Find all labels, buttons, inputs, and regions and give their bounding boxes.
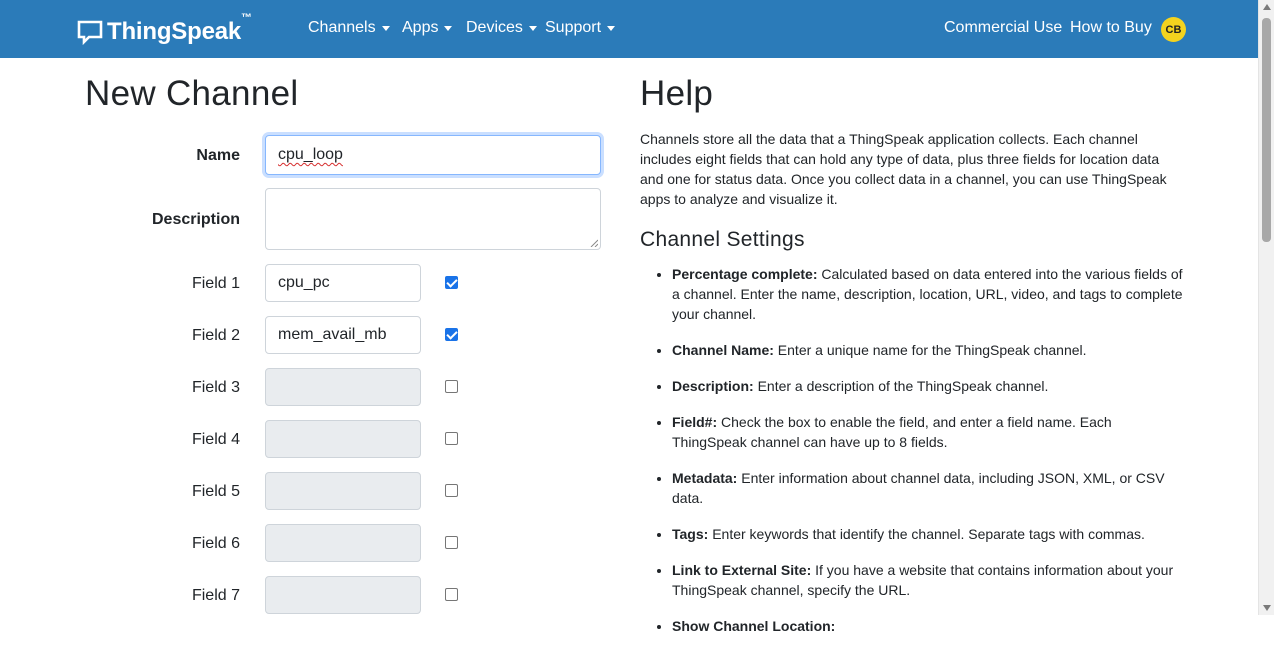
field-7-input[interactable] (265, 576, 421, 614)
field-6-checkbox[interactable] (445, 536, 458, 549)
channel-settings-list: Percentage complete: Calculated based on… (640, 264, 1190, 652)
page-title: New Channel (85, 74, 299, 113)
field-7-checkbox[interactable] (445, 588, 458, 601)
help-item-tags: Tags: Enter keywords that identify the c… (672, 524, 1190, 544)
nav-apps-menu[interactable]: Apps (402, 19, 453, 37)
scroll-thumb[interactable] (1262, 18, 1271, 242)
brand-name: ThingSpeak™ (107, 12, 252, 45)
name-label: Name (196, 147, 240, 164)
field-4-input[interactable] (265, 420, 421, 458)
field-2-value: mem_avail_mb (278, 326, 387, 343)
help-item-metadata: Metadata: Enter information about channe… (672, 468, 1190, 508)
field-6-label: Field 6 (191, 535, 240, 552)
field-6-input[interactable] (265, 524, 421, 562)
field-2-label: Field 2 (191, 327, 240, 344)
field-4-checkbox[interactable] (445, 432, 458, 445)
field-4-label: Field 4 (191, 431, 240, 448)
resize-grip-icon[interactable] (590, 239, 598, 247)
field-5-input[interactable] (265, 472, 421, 510)
scroll-up-arrow-icon[interactable] (1263, 4, 1271, 10)
caret-down-icon (607, 25, 616, 31)
field-1-value: cpu_pc (278, 274, 330, 291)
field-2-input[interactable]: mem_avail_mb (265, 316, 421, 354)
nav-support-label: Support (545, 19, 602, 36)
nav-devices-menu[interactable]: Devices (466, 19, 537, 37)
caret-down-icon (444, 25, 453, 31)
how-to-buy-link[interactable]: How to Buy (1070, 19, 1152, 37)
field-7-label: Field 7 (191, 587, 240, 604)
help-item-percentage-complete: Percentage complete: Calculated based on… (672, 264, 1190, 324)
description-label: Description (151, 211, 240, 228)
field-5-checkbox[interactable] (445, 484, 458, 497)
caret-down-icon (381, 25, 390, 31)
field-3-input[interactable] (265, 368, 421, 406)
caret-down-icon (528, 25, 537, 31)
help-item-channel-name: Channel Name: Enter a unique name for th… (672, 340, 1190, 360)
help-item-show-channel-location: Show Channel Location: (672, 616, 1190, 636)
help-item-field: Field#: Check the box to enable the fiel… (672, 412, 1190, 452)
help-intro-text: Channels store all the data that a Thing… (640, 131, 1167, 207)
field-1-label: Field 1 (191, 275, 240, 292)
name-input-value: cpu_loop (278, 146, 343, 163)
field-2-checkbox[interactable] (445, 328, 458, 341)
help-title: Help (640, 74, 714, 113)
scroll-down-arrow-icon[interactable] (1263, 605, 1271, 611)
field-1-checkbox[interactable] (445, 276, 458, 289)
top-navbar: ThingSpeak™ Channels Apps Devices Suppor… (0, 0, 1258, 58)
help-item-link-external-site: Link to External Site: If you have a web… (672, 560, 1190, 600)
commercial-use-link[interactable]: Commercial Use (944, 19, 1062, 37)
nav-channels-menu[interactable]: Channels (308, 19, 390, 37)
nav-apps-label: Apps (402, 19, 439, 36)
name-input[interactable]: cpu_loop (265, 135, 601, 175)
help-item-description: Description: Enter a description of the … (672, 376, 1190, 396)
page-scrollbar[interactable] (1258, 0, 1274, 615)
brand-logo[interactable]: ThingSpeak™ (77, 12, 252, 48)
chat-bubble-icon (77, 20, 103, 45)
description-textarea[interactable] (265, 188, 601, 250)
nav-support-menu[interactable]: Support (545, 19, 616, 37)
field-1-input[interactable]: cpu_pc (265, 264, 421, 302)
field-5-label: Field 5 (191, 483, 240, 500)
field-3-checkbox[interactable] (445, 380, 458, 393)
nav-channels-label: Channels (308, 19, 376, 36)
channel-settings-heading: Channel Settings (640, 228, 805, 251)
user-avatar[interactable]: CB (1161, 17, 1186, 42)
field-3-label: Field 3 (191, 379, 240, 396)
nav-devices-label: Devices (466, 19, 523, 36)
